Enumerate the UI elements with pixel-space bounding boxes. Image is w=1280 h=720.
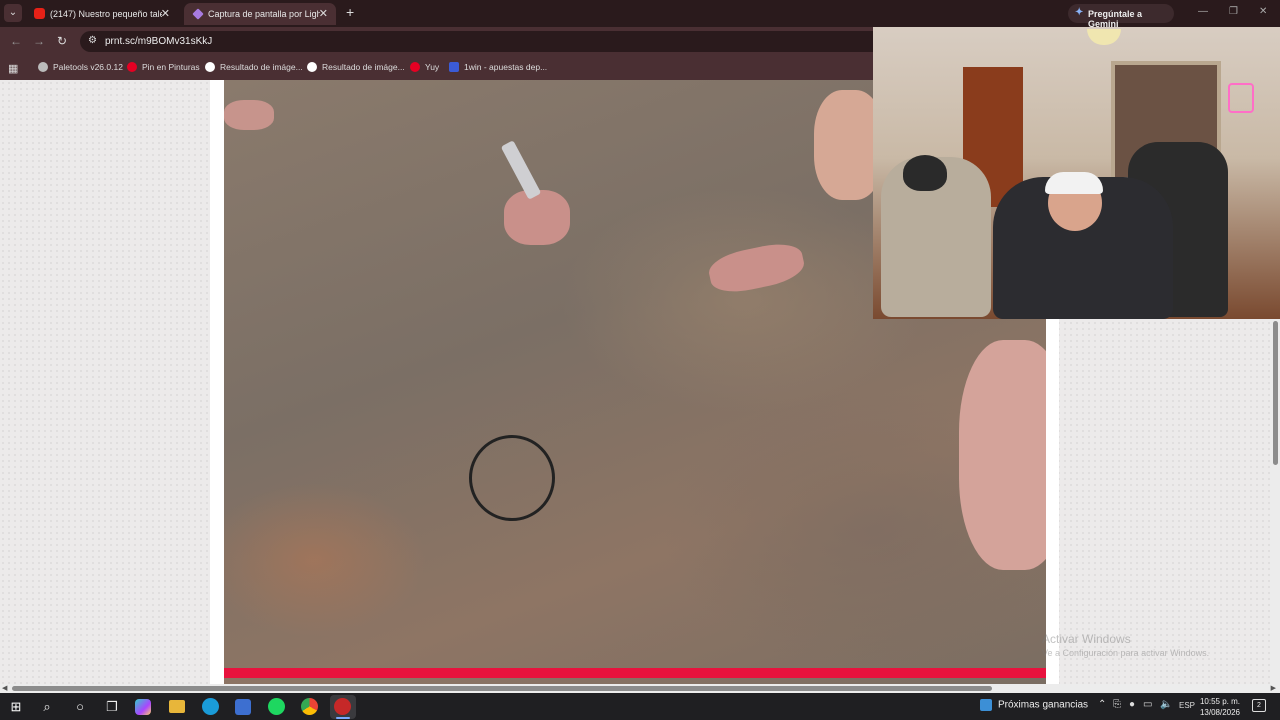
vertical-scroll-thumb[interactable]: [1273, 321, 1278, 465]
site-info-icon[interactable]: ⚙: [88, 35, 97, 46]
bookmark-resultado-2[interactable]: Resultado de imáge...: [307, 61, 405, 75]
usb-icon[interactable]: ⎘: [1113, 699, 1121, 710]
gemini-label: Pregúntale a Gemini: [1088, 9, 1143, 29]
back-icon[interactable]: ←: [10, 34, 22, 48]
scroll-right-icon[interactable]: ▶: [1271, 684, 1276, 692]
news-widget[interactable]: Próximas ganancias: [980, 699, 1088, 711]
circle-annotation: [469, 435, 555, 521]
chrome-icon[interactable]: [301, 698, 318, 715]
close-tab-icon[interactable]: ✕: [161, 7, 170, 20]
windows-taskbar: ⊞ ⌕ ○ ❐ Próximas ganancias ⌃ ⎘ ● ▭ 🔈 ESP…: [0, 693, 1280, 720]
bookmark-resultado-1[interactable]: Resultado de imáge...: [205, 61, 303, 75]
gemini-sparkle-icon: ✦: [1075, 7, 1084, 18]
scroll-left-icon[interactable]: ◀: [2, 684, 7, 692]
stocks-icon: [980, 699, 992, 711]
tab-title: (2147) Nuestro pequeño talento: [50, 9, 162, 19]
edge-icon[interactable]: [202, 698, 219, 715]
close-tab-icon[interactable]: ✕: [319, 7, 328, 20]
ask-gemini-button[interactable]: ✦ Pregúntale a Gemini: [1068, 4, 1174, 29]
windows-start-icon[interactable]: ⊞: [6, 697, 26, 717]
minimize-icon[interactable]: —: [1198, 6, 1208, 17]
chevron-up-icon[interactable]: ⌃: [1098, 699, 1106, 710]
notification-count: 2: [1257, 702, 1261, 709]
language-indicator[interactable]: ESP: [1179, 701, 1195, 710]
tattooed-arm-shape: [959, 340, 1046, 570]
bookmark-label: Paletools v26.0.12: [53, 61, 123, 72]
horizontal-scrollbar[interactable]: ◀ ▶: [0, 684, 1280, 693]
maximize-icon[interactable]: ❐: [1229, 6, 1238, 17]
network-icon[interactable]: ▭: [1143, 699, 1152, 710]
bookmark-label: Resultado de imáge...: [322, 61, 405, 72]
microphone-icon[interactable]: ●: [1129, 699, 1135, 710]
youtube-icon: [34, 8, 45, 19]
streamer-left-cap: [903, 155, 947, 191]
activate-windows-subtitle: Ve a Configuración para activar Windows.: [1042, 648, 1210, 658]
bookmark-1win[interactable]: 1win - apuestas dep...: [449, 61, 547, 75]
cortana-icon[interactable]: ○: [70, 697, 90, 717]
streamer-right-cap: [1045, 172, 1103, 194]
tab-youtube[interactable]: (2147) Nuestro pequeño talento ✕: [26, 3, 178, 25]
google-icon: [205, 61, 215, 72]
tab-search-button[interactable]: ⌄: [4, 4, 22, 22]
url-text[interactable]: prnt.sc/m9BOMv31sKkJ: [105, 36, 212, 47]
copilot-icon[interactable]: [135, 699, 151, 715]
forward-icon[interactable]: →: [33, 34, 45, 48]
search-icon[interactable]: ⌕: [37, 697, 57, 717]
bookmark-label: 1win - apuestas dep...: [464, 61, 548, 72]
webcam-overlay: [873, 27, 1280, 319]
activate-windows-title: Activar Windows: [1042, 632, 1131, 646]
tab-lightshot[interactable]: Captura de pantalla por Lightshot ✕: [184, 3, 336, 25]
file-explorer-icon[interactable]: [169, 700, 185, 713]
bookmark-pin-pinturas[interactable]: Pin en Pinturas: [127, 61, 200, 75]
obs-icon[interactable]: [334, 698, 351, 715]
vertical-scrollbar[interactable]: [1270, 319, 1280, 684]
bookmark-yuy[interactable]: Yuy: [410, 61, 439, 75]
ceiling-lamp: [1087, 29, 1121, 45]
clock-time: 10:55 p. m.: [1199, 697, 1241, 706]
system-clock[interactable]: 10:55 p. m. 13/08/2026: [1198, 696, 1242, 718]
pinterest-icon: [127, 61, 137, 72]
bookmark-paletools[interactable]: Paletools v26.0.12: [38, 61, 123, 75]
arm-shape: [224, 100, 274, 130]
notifications-icon[interactable]: 2: [1252, 699, 1266, 712]
clock-date: 13/08/2026: [1199, 708, 1241, 717]
close-window-icon[interactable]: ✕: [1259, 6, 1267, 17]
apps-grid-icon[interactable]: ▦: [8, 62, 18, 75]
bookmark-label: Yuy: [425, 61, 440, 72]
spotify-icon[interactable]: [268, 698, 285, 715]
active-app-indicator: [336, 717, 350, 719]
bookmark-label: Resultado de imáge...: [220, 61, 303, 72]
tab-strip: ⌄ (2147) Nuestro pequeño talento ✕ Captu…: [0, 0, 1280, 29]
task-view-icon[interactable]: ❐: [102, 697, 122, 717]
globe-icon: [38, 61, 48, 72]
video-progress-bar[interactable]: [224, 668, 1046, 678]
bookmark-label: Pin en Pinturas: [142, 61, 200, 72]
reload-icon[interactable]: ↻: [57, 34, 67, 48]
volume-icon[interactable]: 🔈: [1160, 699, 1172, 710]
new-tab-button[interactable]: +: [346, 4, 354, 20]
store-icon[interactable]: [235, 699, 251, 715]
tab-title: Captura de pantalla por Lightshot: [208, 9, 320, 19]
google-icon: [307, 61, 317, 72]
1win-icon: [449, 61, 459, 72]
screen: ⌄ (2147) Nuestro pequeño talento ✕ Captu…: [0, 0, 1280, 720]
hand-shape: [504, 190, 570, 245]
lightshot-icon: [192, 8, 204, 20]
neon-sign: [1228, 83, 1254, 113]
news-label: Próximas ganancias: [998, 699, 1089, 711]
pinterest-icon: [410, 61, 420, 72]
hand-shape: [705, 238, 808, 298]
horizontal-scroll-thumb[interactable]: [12, 686, 992, 691]
